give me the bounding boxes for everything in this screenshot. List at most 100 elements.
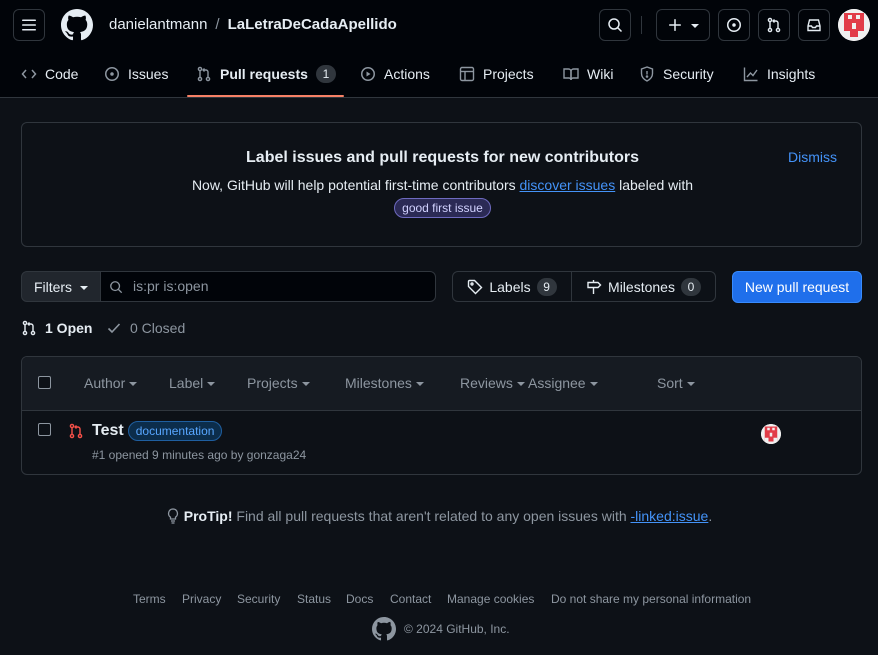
search-button[interactable] xyxy=(599,9,631,41)
tab-pull-requests-label: Pull requests xyxy=(220,66,308,82)
banner-description: Now, GitHub will help potential first-ti… xyxy=(22,177,863,193)
play-icon xyxy=(361,67,375,81)
chevron-down-icon xyxy=(415,382,424,386)
footer-status-link[interactable]: Status xyxy=(297,592,331,606)
footer-do-not-share-link[interactable]: Do not share my personal information xyxy=(551,592,751,606)
pull-request-icon xyxy=(22,320,36,336)
owner-link[interactable]: danielantmann xyxy=(109,16,207,33)
label-filter[interactable]: Label xyxy=(169,375,216,391)
milestone-icon xyxy=(587,279,602,294)
tab-projects-label: Projects xyxy=(483,66,534,82)
table-icon xyxy=(459,66,475,82)
tab-projects[interactable]: Projects xyxy=(459,60,534,88)
search-input[interactable]: is:pr is:open xyxy=(100,271,436,302)
avatar-identicon-icon xyxy=(838,9,870,41)
footer-manage-cookies-link[interactable]: Manage cookies xyxy=(447,592,534,606)
chevron-down-icon xyxy=(589,382,598,386)
issue-icon xyxy=(105,67,119,81)
open-pull-request-icon xyxy=(69,423,83,439)
linked-issue-link[interactable]: -linked:issue xyxy=(631,508,709,524)
assignee-filter[interactable]: Assignee xyxy=(528,375,598,391)
contributor-banner: Label issues and pull requests for new c… xyxy=(21,122,862,247)
labels-counter: 9 xyxy=(536,277,557,296)
pr-title-link[interactable]: Test xyxy=(92,422,124,440)
tab-issues[interactable]: Issues xyxy=(104,60,168,88)
banner-label-row: good first issue xyxy=(22,198,863,218)
search-query: is:pr is:open xyxy=(133,278,209,294)
open-count: 1 Open xyxy=(45,320,93,336)
milestones-label: Milestones xyxy=(608,278,675,295)
label-filter-label: Label xyxy=(169,375,204,391)
milestones-button[interactable]: Milestones 0 xyxy=(571,271,716,302)
new-pull-request-label: New pull request xyxy=(744,279,850,295)
chevron-down-icon xyxy=(686,382,695,386)
pr-meta: #1 opened 9 minutes ago by gonzaga24 xyxy=(92,448,307,462)
tab-pull-requests[interactable]: Pull requests 1 xyxy=(196,60,336,88)
reviews-filter-label: Reviews xyxy=(460,375,513,391)
protip-text: Find all pull requests that aren't relat… xyxy=(236,508,627,524)
new-pull-request-button[interactable]: New pull request xyxy=(732,271,862,303)
repo-link[interactable]: LaLetraDeCadaApellido xyxy=(228,16,397,33)
footer-privacy-link[interactable]: Privacy xyxy=(182,592,221,606)
code-icon xyxy=(21,69,37,79)
footer-docs-link[interactable]: Docs xyxy=(346,592,373,606)
assignee-filter-label: Assignee xyxy=(528,375,586,391)
pull-requests-counter: 1 xyxy=(315,65,336,83)
banner-title: Label issues and pull requests for new c… xyxy=(246,149,639,166)
menu-button[interactable] xyxy=(13,9,45,41)
create-new-button[interactable] xyxy=(656,9,710,41)
pull-request-icon xyxy=(197,66,211,82)
milestones-filter[interactable]: Milestones xyxy=(345,375,424,391)
tab-code-label: Code xyxy=(45,66,79,82)
footer-contact-link[interactable]: Contact xyxy=(390,592,431,606)
documentation-label[interactable]: documentation xyxy=(127,421,223,441)
projects-filter[interactable]: Projects xyxy=(247,375,310,391)
list-header: Author Label Projects Milestones Reviews… xyxy=(22,357,861,411)
tab-wiki[interactable]: Wiki xyxy=(563,60,613,88)
github-logo-icon[interactable] xyxy=(61,9,93,41)
inbox-button[interactable] xyxy=(798,9,830,41)
tab-code[interactable]: Code xyxy=(21,60,78,88)
labels-button[interactable]: Labels 9 xyxy=(452,271,572,302)
pull-requests-button[interactable] xyxy=(758,9,790,41)
tab-wiki-label: Wiki xyxy=(587,66,614,82)
selected-tab-underline xyxy=(187,95,344,97)
hamburger-icon xyxy=(22,19,36,31)
breadcrumb: danielantmann / LaLetraDeCadaApellido xyxy=(109,16,397,33)
issue-icon xyxy=(727,18,741,32)
closed-filter[interactable]: 0 Closed xyxy=(106,320,185,336)
filters-button[interactable]: Filters xyxy=(21,271,101,302)
select-all-checkbox[interactable] xyxy=(38,376,51,389)
pull-request-icon xyxy=(767,17,781,33)
sort-filter[interactable]: Sort xyxy=(657,375,695,391)
pr-checkbox[interactable] xyxy=(38,423,51,436)
github-logo-icon[interactable] xyxy=(372,617,396,641)
closed-count: 0 Closed xyxy=(130,320,186,336)
sort-filter-label: Sort xyxy=(657,375,683,391)
author-filter[interactable]: Author xyxy=(84,375,138,391)
protip-strong: ProTip! xyxy=(183,508,233,524)
copyright-text: © 2024 GitHub, Inc. xyxy=(404,622,510,636)
milestones-counter: 0 xyxy=(680,277,701,296)
tab-issues-label: Issues xyxy=(128,66,169,82)
chevron-down-icon xyxy=(691,24,699,28)
footer-terms-link[interactable]: Terms xyxy=(133,592,166,606)
dismiss-button[interactable]: Dismiss xyxy=(788,149,837,165)
reviews-filter[interactable]: Reviews xyxy=(460,375,525,391)
milestones-filter-label: Milestones xyxy=(345,375,412,391)
tab-security[interactable]: Security xyxy=(639,60,714,88)
issues-button[interactable] xyxy=(718,9,750,41)
check-icon xyxy=(107,323,121,334)
pull-request-list: Author Label Projects Milestones Reviews… xyxy=(21,356,862,475)
tab-insights[interactable]: Insights xyxy=(743,60,815,88)
good-first-issue-label[interactable]: good first issue xyxy=(394,198,491,218)
lightbulb-icon xyxy=(166,508,180,524)
discover-issues-link[interactable]: discover issues xyxy=(520,177,616,193)
banner-text-after: labeled with xyxy=(619,177,694,193)
assignee-avatar[interactable] xyxy=(761,424,781,444)
footer-security-link[interactable]: Security xyxy=(237,592,280,606)
user-avatar[interactable] xyxy=(838,9,870,41)
search-icon xyxy=(110,281,123,294)
open-filter[interactable]: 1 Open xyxy=(21,320,92,336)
tab-actions[interactable]: Actions xyxy=(360,60,430,88)
